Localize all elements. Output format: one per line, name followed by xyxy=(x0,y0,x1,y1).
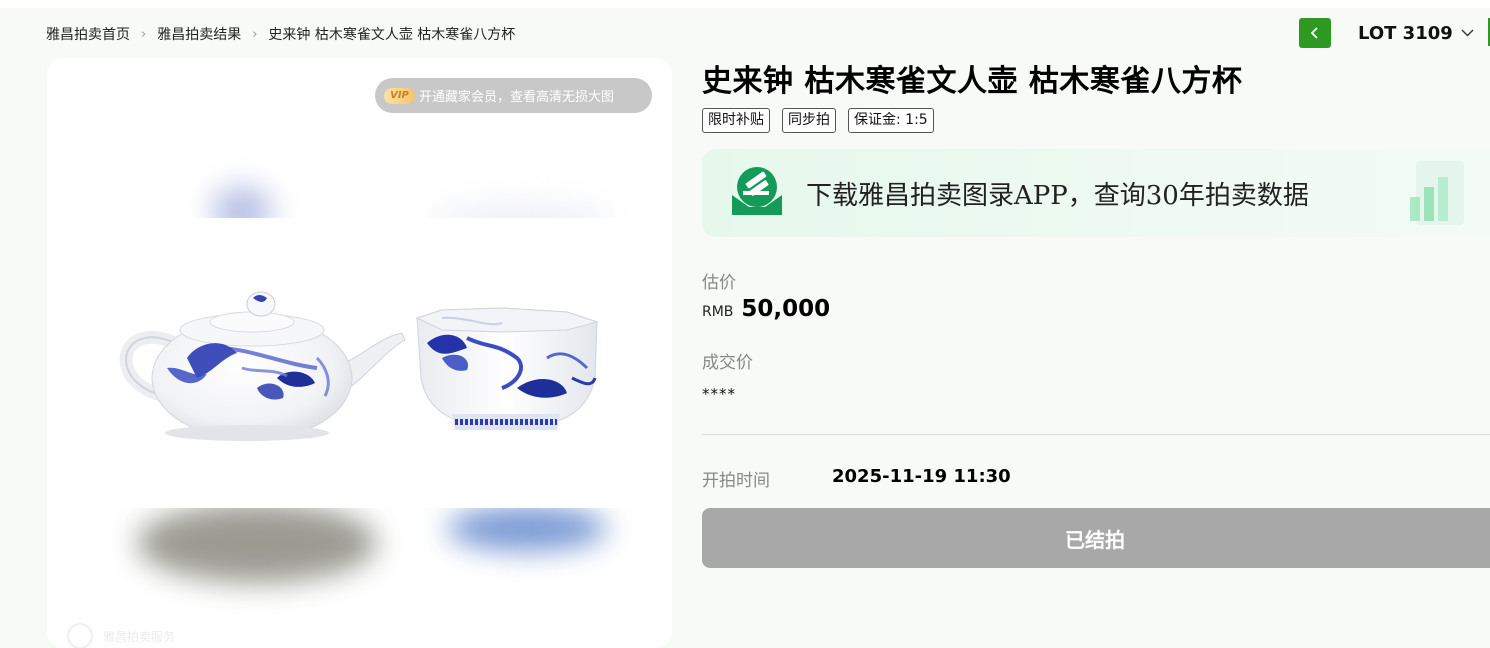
hammer-price-value: **** xyxy=(702,385,736,403)
teapot-and-cup-image xyxy=(119,291,599,441)
vip-banner-text: 开通藏家会员，查看高清无损大图 xyxy=(419,90,615,105)
hammer-price-label: 成交价 xyxy=(702,353,753,373)
lot-image-panel[interactable]: VIP 开通藏家会员，查看高清无损大图 雅昌拍卖服务 xyxy=(47,58,672,648)
tag-subsidy: 限时补贴 xyxy=(702,108,770,133)
tag-deposit: 保证金: 1:5 xyxy=(848,108,934,133)
breadcrumb: 雅昌拍卖首页 › 雅昌拍卖结果 › 史来钟 枯木寒雀文人壶 枯木寒雀八方杯 xyxy=(46,24,515,44)
breadcrumb-separator-icon: › xyxy=(252,26,258,42)
product-photo[interactable] xyxy=(47,218,672,508)
breadcrumb-results-link[interactable]: 雅昌拍卖结果 xyxy=(157,24,241,44)
estimate-value: 50,000 xyxy=(741,296,831,322)
watermark-logo-icon xyxy=(67,623,93,648)
tag-sync-auction: 同步拍 xyxy=(782,108,836,133)
chevron-left-icon xyxy=(1310,27,1318,39)
lot-navigation: LOT 3109 xyxy=(1299,18,1474,48)
divider xyxy=(702,434,1490,435)
breadcrumb-separator-icon: › xyxy=(141,26,147,42)
watermark-text: 雅昌拍卖服务 xyxy=(103,629,176,644)
breadcrumb-current: 史来钟 枯木寒雀文人壶 枯木寒雀八方杯 xyxy=(268,27,516,43)
lot-selector[interactable]: LOT 3109 xyxy=(1358,23,1474,44)
top-strip xyxy=(0,0,1490,8)
auction-ended-button[interactable]: 已结拍 xyxy=(702,508,1490,568)
previous-lot-button[interactable] xyxy=(1299,18,1331,48)
start-time-value: 2025-11-19 11:30 xyxy=(832,466,1011,487)
artron-app-logo-icon xyxy=(732,167,782,215)
chart-decoration-icon xyxy=(1410,161,1464,225)
service-watermark: 雅昌拍卖服务 xyxy=(67,623,175,648)
image-blur-shadow xyxy=(137,503,377,583)
estimate-price: RMB 50,000 xyxy=(702,296,830,322)
image-blur-shadow xyxy=(447,506,607,551)
estimate-label: 估价 xyxy=(702,273,736,293)
lot-title: 史来钟 枯木寒雀文人壶 枯木寒雀八方杯 xyxy=(702,64,1243,99)
breadcrumb-home-link[interactable]: 雅昌拍卖首页 xyxy=(46,24,130,44)
lot-number: LOT 3109 xyxy=(1358,22,1453,44)
app-download-banner[interactable]: 下载雅昌拍卖图录APP，查询30年拍卖数据 xyxy=(702,149,1490,237)
lot-tags: 限时补贴 同步拍 保证金: 1:5 xyxy=(702,108,946,133)
app-banner-text: 下载雅昌拍卖图录APP，查询30年拍卖数据 xyxy=(806,181,1309,211)
start-time-label: 开拍时间 xyxy=(702,471,770,491)
estimate-currency: RMB xyxy=(702,304,734,320)
chevron-down-icon xyxy=(1461,29,1474,37)
vip-badge-icon: VIP xyxy=(384,87,415,104)
vip-upgrade-banner[interactable]: VIP 开通藏家会员，查看高清无损大图 xyxy=(375,78,652,113)
